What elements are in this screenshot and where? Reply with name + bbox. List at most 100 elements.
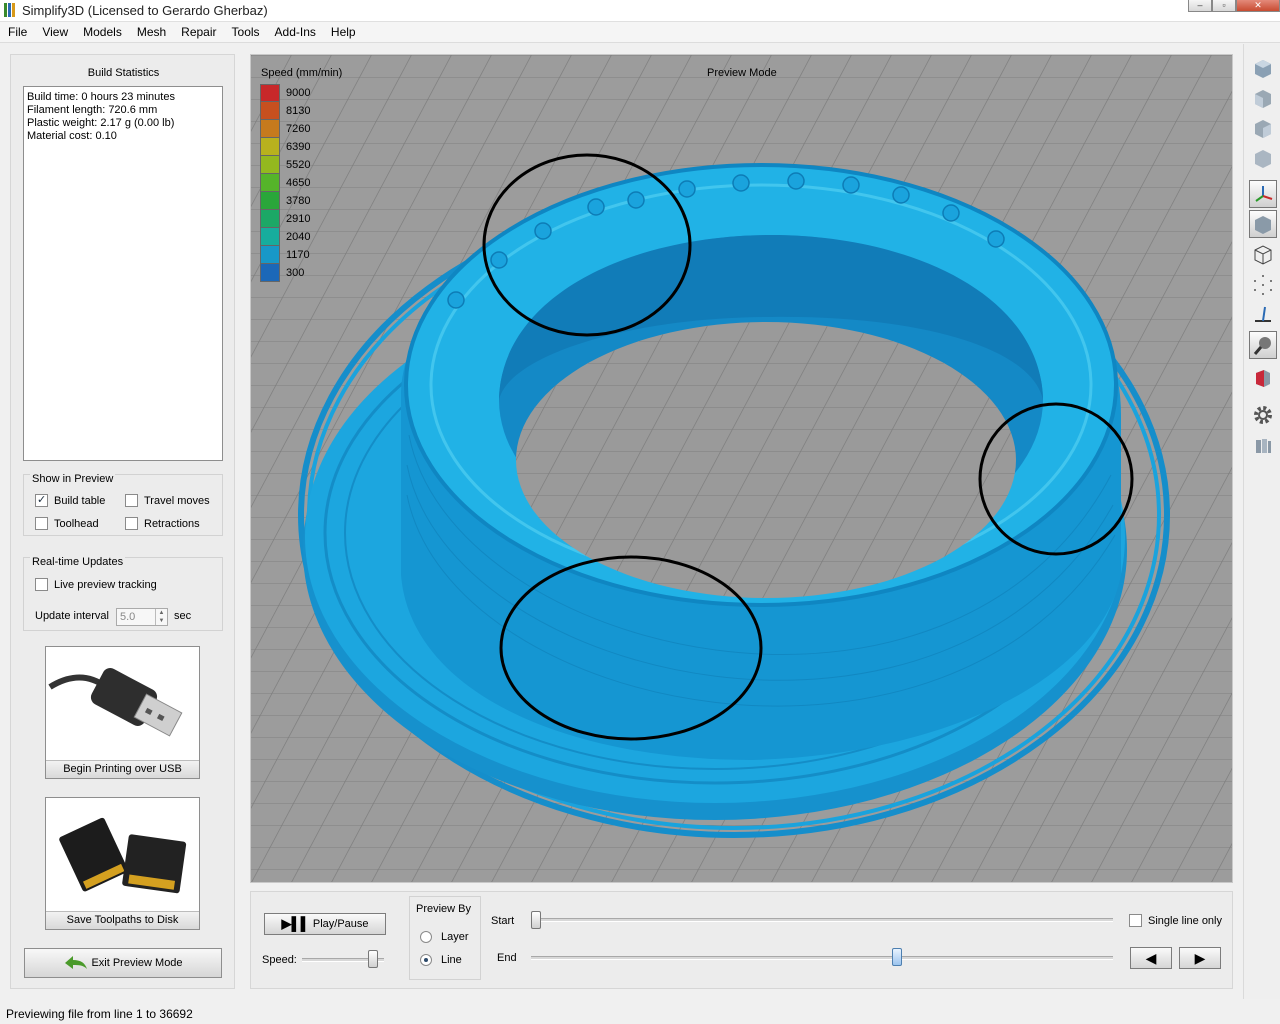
menu-repair[interactable]: Repair — [173, 22, 223, 42]
wireframe-icon[interactable] — [1249, 240, 1277, 268]
minimize-button[interactable]: – — [1188, 0, 1212, 12]
step-back-button[interactable]: ◀ — [1130, 947, 1172, 969]
preview-by-line-radio[interactable]: Line — [420, 954, 462, 966]
points-icon[interactable] — [1249, 270, 1277, 298]
menu-help[interactable]: Help — [323, 22, 363, 42]
playback-panel: ▶▌▌ Play/Pause Speed: Preview By Layer L… — [250, 891, 1233, 989]
usb-button-label: Begin Printing over USB — [46, 760, 199, 778]
end-slider-track[interactable] — [531, 956, 1113, 960]
build-statistics-title: Build Statistics — [87, 67, 160, 79]
legend-value: 8130 — [286, 105, 311, 117]
travel-moves-checkbox[interactable]: Travel moves — [125, 494, 210, 507]
legend-row: 9000 — [260, 84, 310, 102]
legend-value: 7260 — [286, 123, 311, 135]
line-label: Line — [441, 954, 462, 966]
solid-view-icon[interactable] — [1249, 210, 1277, 238]
legend-row: 4650 — [260, 174, 310, 192]
legend-swatch — [260, 228, 280, 246]
legend-swatch — [260, 102, 280, 120]
right-toolbar — [1243, 44, 1280, 999]
axes-icon[interactable] — [1249, 180, 1277, 208]
update-interval-value: 5.0 — [120, 611, 136, 623]
view-front-icon[interactable] — [1249, 84, 1277, 112]
simplify3d-logo-icon — [4, 3, 16, 17]
legend-swatch — [260, 264, 280, 282]
speed-label: Speed: — [262, 954, 297, 966]
speed-legend: 9000 8130 7260 6390 5520 4650 3780 2910 … — [260, 84, 310, 282]
legend-value: 3780 — [286, 195, 311, 207]
lighting-icon[interactable] — [1249, 331, 1277, 359]
usb-cable-icon — [46, 647, 199, 761]
maximize-button[interactable]: ▫ — [1212, 0, 1236, 12]
travel-moves-label: Travel moves — [144, 494, 210, 507]
legend-swatch — [260, 84, 280, 102]
sd-button-label: Save Toolpaths to Disk — [46, 911, 199, 929]
legend-swatch — [260, 174, 280, 192]
toolhead-checkbox[interactable]: Toolhead — [35, 517, 99, 530]
preview-by-layer-radio[interactable]: Layer — [420, 931, 469, 943]
menu-view[interactable]: View — [34, 22, 75, 42]
exit-preview-label: Exit Preview Mode — [91, 957, 183, 969]
legend-value: 2040 — [286, 231, 311, 243]
menu-bar: File View Models Mesh Repair Tools Add-I… — [0, 22, 1280, 43]
end-label: End — [497, 952, 517, 964]
exit-preview-button[interactable]: Exit Preview Mode — [24, 948, 222, 978]
build-time-text: Build time: 0 hours 23 minutes — [27, 91, 175, 103]
step-forward-button[interactable]: ▶ — [1179, 947, 1221, 969]
update-interval-input[interactable]: 5.0 ▲ ▼ — [116, 608, 168, 626]
speed-slider-handle[interactable] — [368, 950, 378, 968]
view-side-icon[interactable] — [1249, 114, 1277, 142]
title-bar: Simplify3D (Licensed to Gerardo Gherbaz)… — [0, 0, 1280, 22]
view-top-icon[interactable] — [1249, 54, 1277, 82]
toolhead-label: Toolhead — [54, 517, 99, 530]
legend-row: 7260 — [260, 120, 310, 138]
legend-value: 5520 — [286, 159, 311, 171]
legend-swatch — [260, 156, 280, 174]
preview-viewport[interactable]: Speed (mm/min) Preview Mode 9000 8130 72… — [250, 54, 1233, 883]
retractions-checkbox[interactable]: Retractions — [125, 517, 200, 530]
legend-row: 3780 — [260, 192, 310, 210]
legend-row: 1170 — [260, 246, 310, 264]
settings-gear-icon[interactable] — [1249, 401, 1277, 429]
live-preview-label: Live preview tracking — [54, 578, 157, 591]
view-iso-icon[interactable] — [1249, 144, 1277, 172]
checkbox-checked-icon — [35, 493, 48, 507]
legend-row: 8130 — [260, 102, 310, 120]
begin-printing-usb-button[interactable]: Begin Printing over USB — [45, 646, 200, 779]
speed-legend-title: Speed (mm/min) — [261, 67, 343, 79]
save-toolpaths-button[interactable]: Save Toolpaths to Disk — [45, 797, 200, 930]
menu-tools[interactable]: Tools — [224, 22, 267, 42]
build-table-checkbox[interactable]: Build table — [35, 493, 105, 507]
end-slider-handle[interactable] — [892, 948, 902, 966]
layer-label: Layer — [441, 931, 469, 943]
layers-icon[interactable] — [1249, 432, 1277, 460]
checkbox-icon — [125, 494, 138, 507]
close-button[interactable]: ✕ — [1236, 0, 1280, 12]
legend-swatch — [260, 210, 280, 228]
spin-arrows-icon[interactable]: ▲ ▼ — [155, 609, 167, 625]
sd-card-icon — [46, 798, 199, 912]
play-pause-button[interactable]: ▶▌▌ Play/Pause — [264, 913, 386, 935]
start-slider-track[interactable] — [535, 918, 1113, 922]
legend-row: 300 — [260, 264, 310, 282]
status-text: Previewing file from line 1 to 36692 — [6, 1007, 193, 1021]
cross-section-icon[interactable] — [1249, 364, 1277, 392]
legend-value: 6390 — [286, 141, 311, 153]
preview-by-group: Preview By Layer Line — [409, 896, 481, 980]
legend-value: 300 — [286, 267, 305, 279]
legend-row: 2040 — [260, 228, 310, 246]
menu-file[interactable]: File — [0, 22, 34, 42]
single-line-checkbox[interactable]: Single line only — [1129, 914, 1222, 927]
arrow-left-icon: ◀ — [1145, 949, 1157, 966]
update-interval-unit: sec — [174, 610, 192, 622]
status-bar: Previewing file from line 1 to 36692 — [0, 1002, 1280, 1024]
menu-models[interactable]: Models — [75, 22, 129, 42]
menu-mesh[interactable]: Mesh — [129, 22, 173, 42]
live-preview-checkbox[interactable]: Live preview tracking — [35, 578, 157, 591]
play-pause-icon: ▶▌▌ — [281, 916, 310, 931]
normals-icon[interactable] — [1249, 300, 1277, 328]
legend-swatch — [260, 192, 280, 210]
start-slider-handle[interactable] — [531, 911, 541, 929]
menu-add-ins[interactable]: Add-Ins — [267, 22, 323, 42]
play-pause-label: Play/Pause — [312, 918, 369, 930]
